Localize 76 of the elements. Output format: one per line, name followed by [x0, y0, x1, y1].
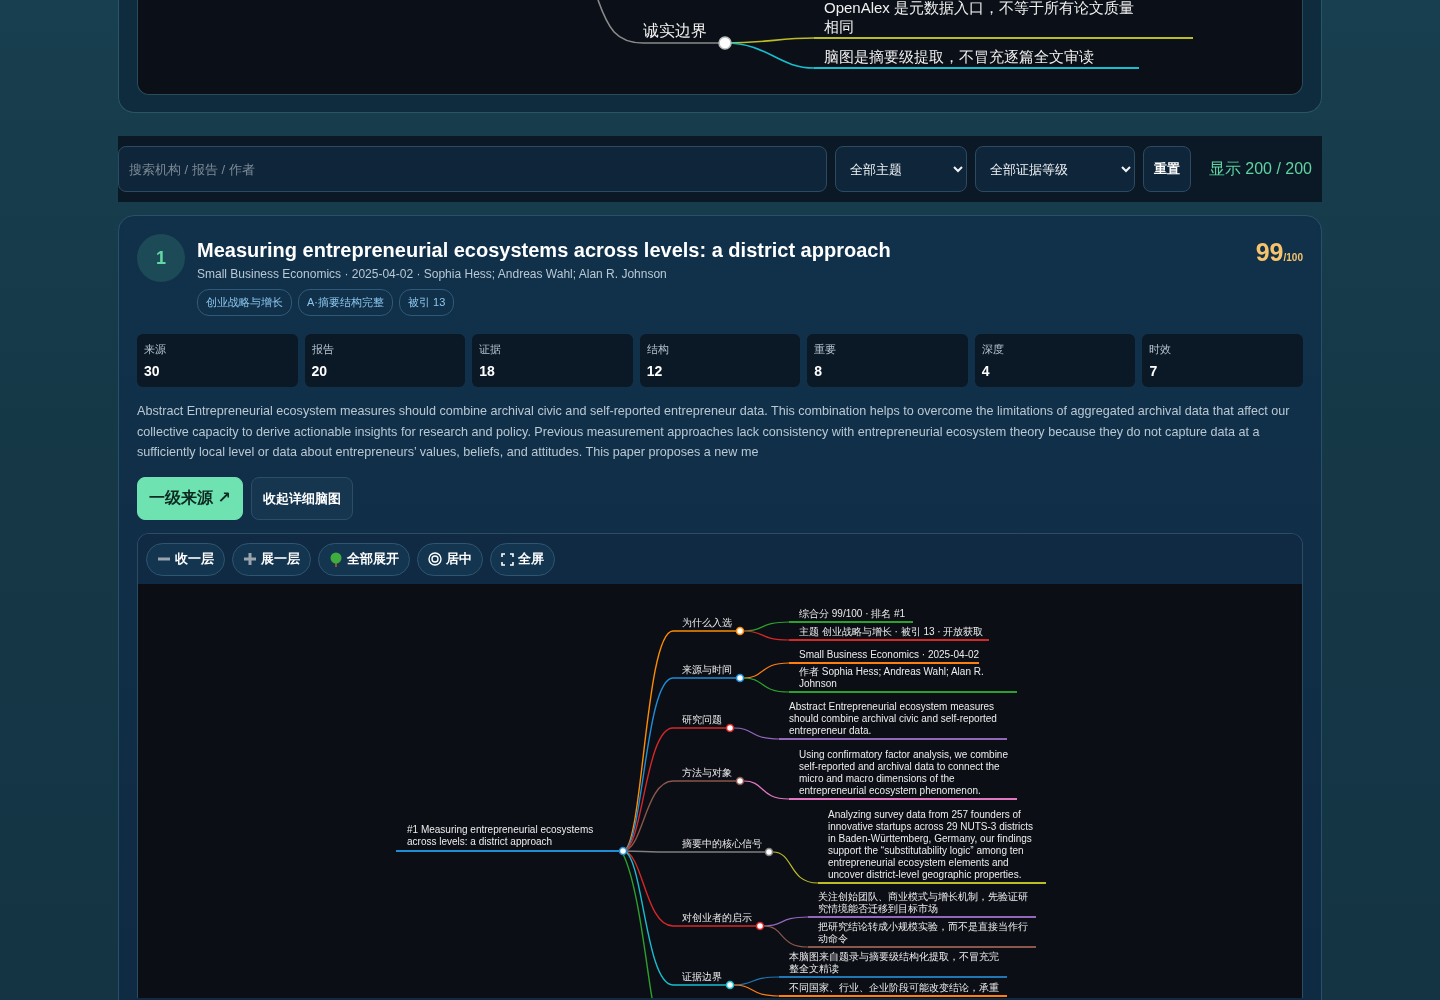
evidence-select[interactable]: 全部证据等级: [974, 146, 1135, 192]
tree-icon: [329, 551, 343, 567]
metric-label: 深度: [981, 342, 1005, 357]
connector-line: [743, 677, 790, 693]
node-dot[interactable]: [725, 723, 735, 733]
node-label: Small Business Economics · 2025-04-02: [799, 649, 980, 662]
score-max: /100: [1283, 252, 1303, 263]
metric-label: 证据: [479, 342, 503, 357]
node-dot[interactable]: [718, 36, 732, 50]
node-label: 本脑图来自题录与摘要级结构化提取，不冒充完整全文精读: [789, 951, 1000, 976]
metric-label: 来源: [144, 342, 167, 357]
node-label: Analyzing survey data from 257 founders of innovative startups across 29 NUTS-3 districts in Baden-Württemberg, Germany, our findings support the “substitutability logic” among ten entrepreneurial ecosystem elements and uncover district-level geographic properties.: [828, 809, 1035, 882]
connector-line: [733, 984, 780, 997]
toolbar-button[interactable]: 收一层: [146, 542, 225, 576]
metric-value: 4: [981, 363, 991, 379]
node-label: 对创业者的启示: [682, 912, 752, 925]
node-label: 方法与对象: [682, 767, 732, 780]
node-dot[interactable]: [735, 673, 745, 683]
tag: 创业战略与增长: [197, 289, 292, 316]
connector-line: [743, 630, 790, 641]
abstract-text: Abstract Entrepreneurial ecosystem measures should combine archival civic and self-reported entrepreneur data. This combination helps to overcome the limitations of aggregated archival data that affect our collective capacity to derive actionable insights for research and policy. Previous measurement approaches lack consistency with entrepreneurial ecosystem theory because they do not capture data at a sufficiently local level or data about entrepreneurs’ values, beliefs, and attitudes. This paper proposes a new me: [137, 403, 1291, 462]
node-label: 研究问题: [682, 714, 722, 727]
node-label: 主题 创业战略与增长 · 被引 13 · 开放获取: [799, 626, 984, 639]
metric-label: 重要: [814, 342, 838, 357]
connector-line: [772, 851, 819, 884]
toolbar-button[interactable]: 展一层: [232, 542, 311, 576]
node-label: Using confirmatory factor analysis, we combine self-reported and archival data to connect the micro and macro dimensions of the entrepreneurial ecosystem phenomenon.: [799, 749, 1009, 798]
root-node-label: #1 Measuring entrepreneurial ecosystems across levels: a district approach: [407, 824, 595, 849]
node-dot[interactable]: [755, 921, 765, 931]
node-label: Abstract Entrepreneurial ecosystem measures should combine archival civic and self-reported entrepreneur data.: [789, 701, 998, 738]
node-dot[interactable]: [725, 980, 735, 990]
node-label: 诚实边界: [643, 21, 707, 41]
node-label: 把研究结论转成小规模实验，而不是直接当作行动命令: [818, 921, 1029, 946]
toolbar-button[interactable]: 居中: [417, 542, 483, 576]
paper-meta: Small Business Economics · 2025-04-02 · Sophia Hess; Andreas Wahl; Alan R. Johnson: [197, 267, 668, 281]
collapse-mindmap-button[interactable]: 收起详细脑图: [250, 477, 353, 521]
reset-button[interactable]: 重置: [1142, 146, 1191, 192]
node-label: 关注创始团队、商业模式与增长机制，先验证研究情境能否迁移到目标市场: [818, 891, 1029, 916]
metric-value: 30: [144, 363, 161, 379]
node-label: 为什么入选: [682, 617, 732, 630]
metric-value: 12: [646, 363, 664, 379]
search-field[interactable]: 搜索机构 / 报告 / 作者: [118, 146, 827, 192]
metric-label: 时效: [1149, 342, 1173, 357]
node-label: 不同国家、行业、企业阶段可能改变结论，承重: [789, 982, 999, 995]
node-label: 摘要中的核心信号: [682, 838, 762, 851]
node-dot[interactable]: [764, 847, 774, 857]
tag: 被引 13: [399, 289, 455, 316]
metric-value: 20: [311, 363, 329, 379]
node-label: 脑图是摘要级提取，不冒充逐篇全文审读: [824, 47, 1094, 66]
node-dot[interactable]: [618, 846, 628, 856]
paper-title: Measuring entrepreneurial ecosystems across levels: a district approach: [197, 238, 892, 262]
node-label: 来源与时间: [682, 664, 732, 677]
metric-value: 18: [479, 363, 496, 379]
plus-icon: [243, 552, 257, 567]
toolbar-button[interactable]: 全屏: [490, 542, 555, 576]
rank-badge: 1: [137, 234, 185, 282]
connector-line: [743, 780, 790, 800]
metric-value: 8: [814, 363, 824, 379]
topic-select[interactable]: 全部主题: [834, 146, 967, 192]
fullscreen-icon: [501, 552, 514, 566]
target-icon: [428, 552, 442, 567]
tag: A·摘要结构完整: [298, 289, 393, 316]
node-dot[interactable]: [735, 776, 745, 786]
metric-label: 结构: [646, 342, 670, 357]
toolbar-button[interactable]: 全部展开: [318, 542, 410, 576]
node-label: OpenAlex 是元数据入口，不等于所有论文质量相同: [824, 0, 1136, 36]
score-value: 99: [1255, 238, 1284, 267]
metric-value: 7: [1149, 363, 1159, 379]
node-label: 证据边界: [682, 971, 722, 984]
node-label: 综合分 99/100 · 排名 #1: [799, 608, 906, 621]
metric-label: 报告: [311, 342, 335, 357]
result-count: 显示 200 / 200: [1208, 158, 1312, 179]
node-label: 作者 Sophia Hess; Andreas Wahl; Alan R. Johnson: [799, 666, 985, 691]
node-dot[interactable]: [735, 626, 745, 636]
source-link-button[interactable]: 一级来源 ↗: [137, 477, 243, 521]
connector-line: [743, 662, 790, 679]
